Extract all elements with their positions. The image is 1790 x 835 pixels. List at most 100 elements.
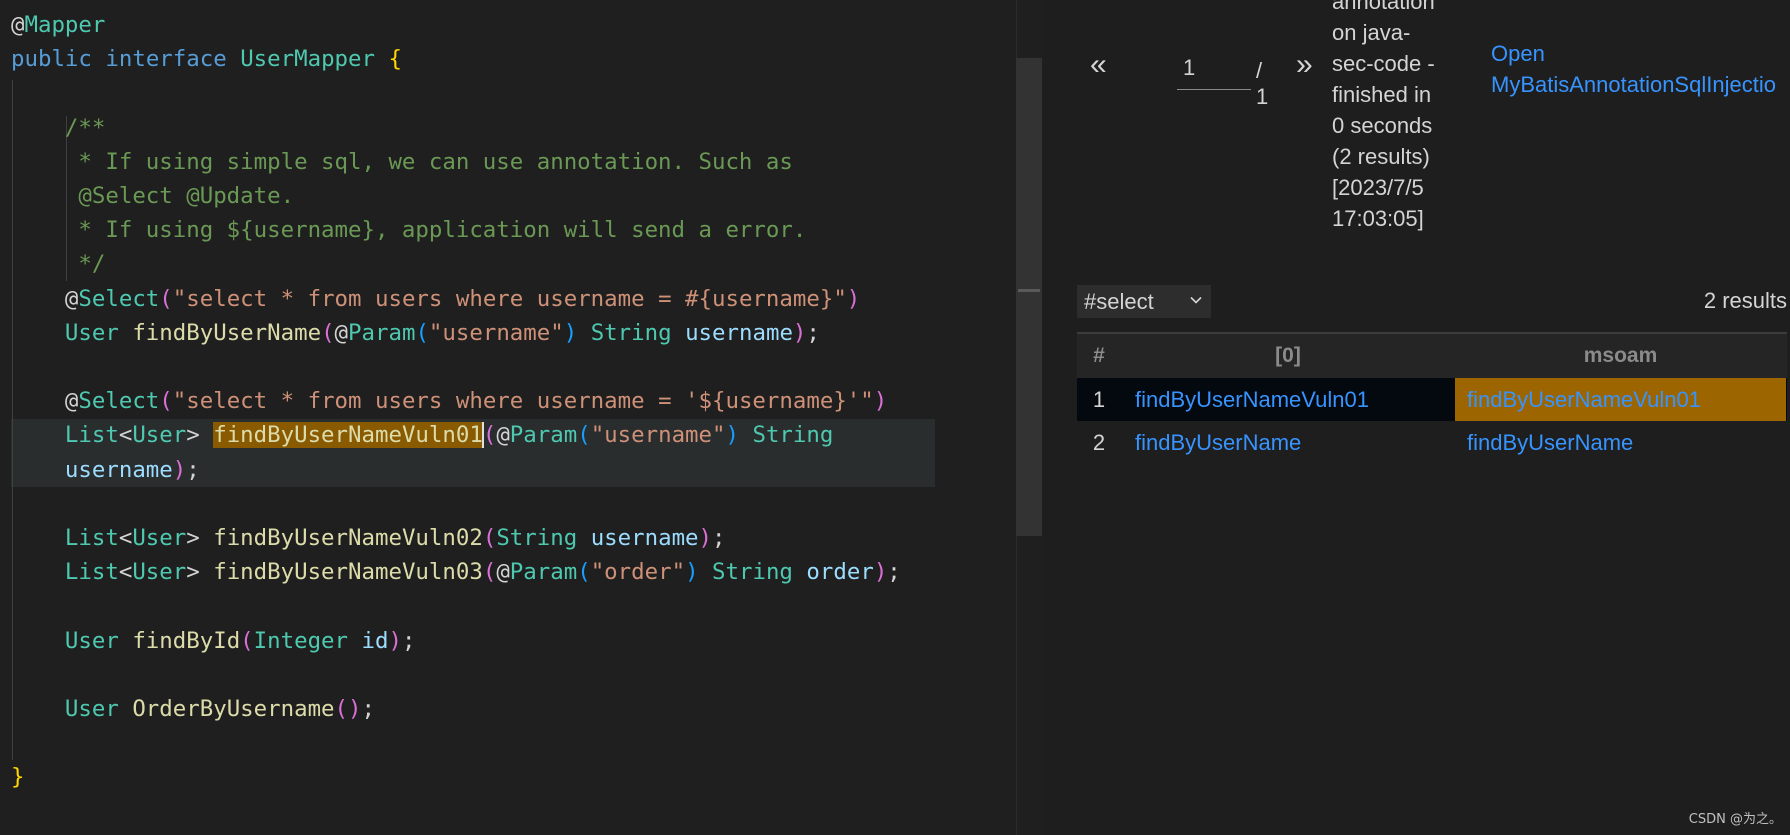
code-line[interactable]: User findById(Integer id); (11, 624, 416, 658)
code-token: ( (321, 319, 335, 346)
code-token: ; (806, 319, 820, 346)
open-link-line[interactable]: MyBatisAnnotationSqlInjectio (1491, 69, 1776, 100)
code-line[interactable]: @Select("select * from users where usern… (11, 282, 860, 316)
code-token: List (64, 559, 119, 586)
code-token: ) (698, 525, 713, 551)
page-number-input[interactable] (1177, 46, 1251, 90)
code-token: ) (563, 319, 578, 346)
code-line[interactable]: User OrderByUsername(); (11, 692, 375, 726)
code-token: findByUserNameVuln03 (213, 559, 483, 586)
code-editor[interactable]: @Mapper public interface UserMapper { /**… (0, 0, 1016, 835)
code-token: User (132, 525, 187, 551)
code-line[interactable]: @Select @Update. (11, 179, 294, 213)
table-header: # [0] msoam (1077, 332, 1787, 378)
code-line[interactable]: * If using ${username}, application will… (11, 213, 806, 247)
code-line[interactable]: @Select("select * from users where usern… (11, 384, 887, 418)
cell-value-link[interactable]: findByUserNameVuln01 (1135, 378, 1369, 421)
results-table: # [0] msoam 1 findByUserNameVuln01 findB… (1077, 332, 1787, 464)
code-line[interactable]: */ (11, 247, 105, 281)
status-line: 17:03:05] (1332, 206, 1424, 231)
query-results-panel: « / 1 » annotation on java- sec-code - f… (1043, 0, 1790, 835)
cell-value-link[interactable]: findByUserName (1455, 421, 1790, 464)
code-line[interactable]: User findByUserName(@Param("username") S… (11, 316, 820, 350)
code-token: Param (509, 559, 578, 586)
code-token: String (590, 319, 672, 346)
code-token: order (806, 559, 874, 586)
code-token: ( (482, 422, 497, 449)
code-token: username (590, 525, 699, 551)
chevron-down-icon (1190, 296, 1202, 304)
prev-page-button[interactable]: « (1090, 50, 1107, 80)
code-token: > (186, 525, 214, 551)
open-query-link[interactable]: Open MyBatisAnnotationSqlInjectio (1491, 38, 1776, 100)
code-token: "order" (590, 559, 686, 586)
code-token: findByUserName (132, 319, 322, 346)
cell-value-link[interactable]: findByUserName (1135, 421, 1301, 464)
code-token: User (132, 422, 187, 449)
code-token: findById (132, 627, 241, 654)
code-token: ; (186, 456, 200, 483)
code-token: @Select @Update. (11, 183, 295, 209)
code-token: ; (712, 525, 726, 551)
code-token: ) (388, 627, 402, 654)
code-token: List (64, 422, 119, 449)
code-token: "select * from users where username = '$… (172, 388, 874, 415)
table-row[interactable]: 2 findByUserName findByUserName (1077, 421, 1787, 464)
code-token: Param (509, 422, 578, 449)
query-status: annotation on java- sec-code - finished … (1332, 0, 1456, 234)
code-token: OrderByUsername (132, 696, 335, 722)
code-token: Param (348, 319, 416, 346)
column-header-index[interactable]: # (1077, 334, 1121, 378)
code-token: Select (78, 388, 160, 415)
page-total: / 1 (1256, 58, 1269, 109)
open-link-line[interactable]: Open (1491, 38, 1776, 69)
code-token: > (186, 559, 214, 586)
code-token: "select * from users where username = #{… (172, 285, 847, 312)
code-token: ( (159, 285, 173, 312)
code-line[interactable]: @Mapper (11, 8, 105, 42)
code-token: id (361, 627, 389, 654)
code-token: "username" (590, 422, 726, 449)
code-token: } (11, 764, 25, 791)
code-token: @ (334, 319, 349, 346)
code-token: ( (482, 525, 497, 551)
code-token: @ (496, 559, 510, 586)
column-header-msoam[interactable]: msoam (1455, 334, 1786, 378)
code-token: @ (11, 388, 79, 415)
result-set-select-value: #select (1084, 289, 1154, 314)
code-token: User (132, 559, 187, 586)
editor-scrollbar-thumb[interactable] (1016, 58, 1042, 536)
code-token: interface (105, 46, 227, 73)
code-token: ) (873, 388, 888, 415)
status-line: [2023/7/5 (1332, 175, 1424, 200)
next-page-button[interactable]: » (1296, 50, 1313, 80)
status-line: 0 seconds (1332, 113, 1433, 138)
code-line[interactable]: } (11, 760, 24, 794)
code-token: User (64, 696, 119, 722)
watermark: CSDN @为之。 (1688, 812, 1782, 827)
table-row[interactable]: 1 findByUserNameVuln01 findByUserNameVul… (1077, 378, 1787, 421)
code-line[interactable]: public interface UserMapper { (11, 42, 402, 76)
code-token: ( (577, 559, 591, 586)
cell-value-link[interactable]: findByUserNameVuln01 (1455, 378, 1786, 421)
code-line[interactable]: /** (11, 111, 105, 145)
code-token: Integer (253, 627, 349, 654)
code-line[interactable]: username); (11, 453, 200, 487)
code-line[interactable]: * If using simple sql, we can use annota… (11, 145, 792, 179)
code-line[interactable]: List<User> findByUserNameVuln02(String u… (11, 521, 726, 555)
result-set-select[interactable]: #select (1077, 285, 1211, 318)
code-token: ) (725, 422, 739, 449)
code-line[interactable]: List<User> findByUserNameVuln03(@Param("… (11, 555, 901, 589)
code-token: ( (577, 422, 591, 449)
column-header-0[interactable]: [0] (1121, 334, 1455, 378)
code-line[interactable]: List<User> findByUserNameVuln01(@Param("… (11, 418, 833, 452)
